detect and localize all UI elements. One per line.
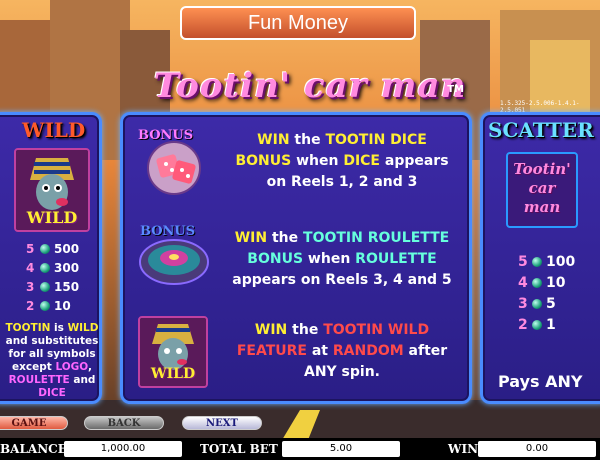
fun-money-banner: Fun Money <box>180 6 416 40</box>
pay-count: 4 <box>26 261 35 275</box>
pay-count: 2 <box>26 299 35 313</box>
scatter-pay-row: 35 <box>518 296 556 312</box>
scatter-heading: SCATTER <box>488 118 594 142</box>
gem-icon <box>532 278 542 288</box>
wild-feature-symbol: WILD <box>138 316 208 388</box>
total-bet-value: 5.00 <box>282 441 400 457</box>
win-value: 0.00 <box>478 441 596 457</box>
pay-value: 10 <box>54 299 71 313</box>
pay-value: 5 <box>546 296 556 312</box>
gem-icon <box>40 263 50 273</box>
trademark: TM <box>447 84 464 95</box>
gem-icon <box>532 299 542 309</box>
back-button[interactable]: BACK <box>84 416 164 430</box>
gem-icon <box>40 282 50 292</box>
scatter-pay-row: 5 100 <box>518 254 575 270</box>
pay-count: 5 <box>26 242 35 256</box>
roulette-bonus-description: WIN the TOOTIN ROULETTE BONUS when ROULE… <box>232 230 452 288</box>
wild-pay-row: 3 150 <box>26 280 79 294</box>
wild-feature-symbol-label: WILD <box>150 366 196 382</box>
pay-count: 3 <box>518 296 528 312</box>
game-button[interactable]: GAME <box>0 416 68 430</box>
balance-value: 1,000.00 <box>64 441 182 457</box>
pay-value: 150 <box>54 280 80 294</box>
pay-value: 10 <box>546 275 566 291</box>
pay-count: 5 <box>518 254 528 270</box>
pay-count: 4 <box>518 275 528 291</box>
wild-description: TOOTIN is WILD and substitutes for all s… <box>5 322 99 399</box>
pays-any-label: Pays ANY <box>498 372 583 391</box>
win-label: WIN <box>448 442 479 456</box>
scatter-pay-row: 4 10 <box>518 275 565 291</box>
scatter-logo-text: Tootin' car man <box>513 160 571 216</box>
wild-pay-row: 4 300 <box>26 261 79 275</box>
bonus-label: BONUS <box>138 128 194 143</box>
gem-icon <box>532 320 542 330</box>
wild-symbol-label: WILD <box>26 208 78 227</box>
dice-bonus-description: WIN the TOOTIN DICE BONUS when DICE appe… <box>235 132 449 190</box>
pay-count: 2 <box>518 317 528 333</box>
wild-heading: WILD <box>22 118 86 142</box>
scatter-pay-row: 21 <box>518 317 556 333</box>
game-logo: Tootin' car man TM <box>150 66 470 110</box>
roulette-bonus-icon: BONUS <box>136 222 212 292</box>
gem-icon <box>40 301 50 311</box>
wild-feature-description: WIN the TOOTIN WILD FEATURE at RANDOM af… <box>236 322 448 380</box>
dice-bonus-icon: BONUS <box>136 126 212 198</box>
wild-pay-row: 2 10 <box>26 299 71 313</box>
game-title: Tootin' car man <box>153 66 467 106</box>
gem-icon <box>532 257 542 267</box>
pay-value: 500 <box>54 242 80 256</box>
pay-count: 3 <box>26 280 35 294</box>
next-button[interactable]: NEXT <box>182 416 262 430</box>
pay-value: 300 <box>54 261 80 275</box>
total-bet-label: TOTAL BET <box>200 442 278 456</box>
gem-icon <box>40 244 50 254</box>
wild-symbol: WILD <box>14 148 90 232</box>
scatter-symbol: Tootin' car man <box>506 152 578 228</box>
pay-value: 100 <box>546 254 576 270</box>
wild-pay-row: 5 500 <box>26 242 79 256</box>
pay-value: 1 <box>546 317 556 333</box>
balance-label: BALANCE <box>0 442 67 456</box>
bonus-label: BONUS <box>140 224 196 239</box>
